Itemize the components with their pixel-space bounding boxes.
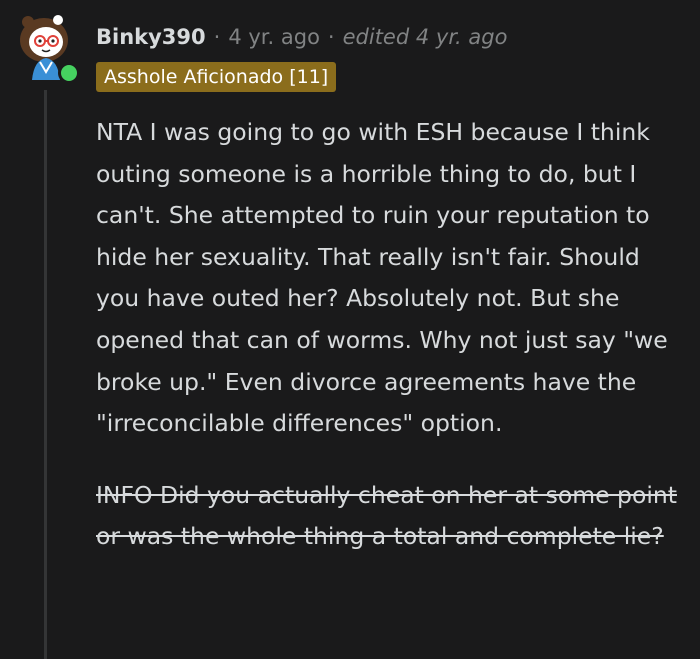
struck-paragraph: INFO Did you actually cheat on her at so… (96, 480, 677, 551)
comment-paragraph: NTA I was going to go with ESH because I… (96, 118, 668, 438)
comment-body: NTA I was going to go with ESH because I… (96, 112, 686, 558)
user-flair-badge: Asshole Aficionado [11] (96, 62, 337, 92)
separator: · (213, 25, 221, 49)
timestamp[interactable]: 4 yr. ago (228, 25, 320, 49)
comment-meta: Binky390 · 4 yr. ago · edited 4 yr. ago (96, 22, 507, 52)
separator: · (327, 25, 335, 49)
online-status-icon (58, 62, 80, 84)
edited-label: edited 4 yr. ago (342, 25, 508, 49)
username-link[interactable]: Binky390 (96, 25, 206, 49)
thread-line[interactable] (44, 90, 47, 659)
